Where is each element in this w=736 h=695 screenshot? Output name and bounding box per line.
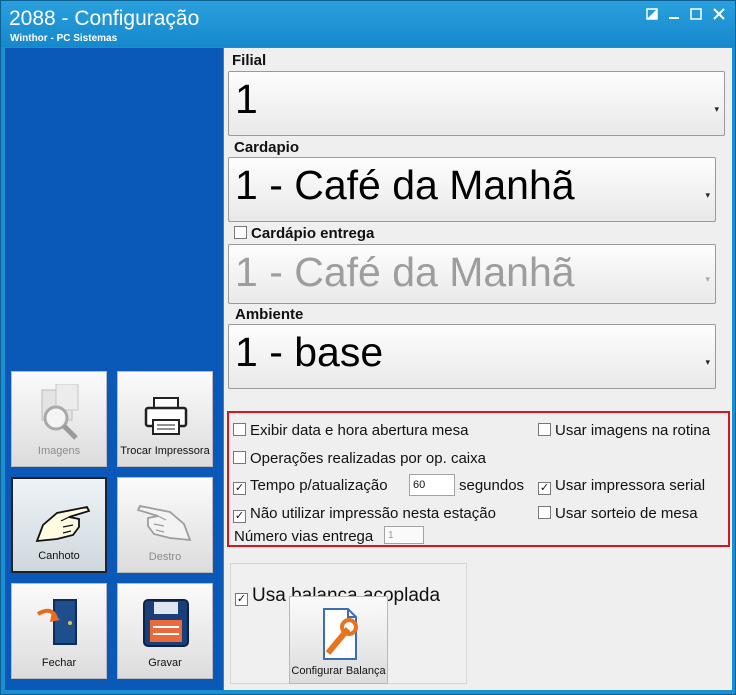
configurar-balanca-button[interactable]: Configurar Balança: [289, 596, 388, 684]
window-title: 2088 - Configuração: [9, 7, 200, 30]
sorteio-checkbox[interactable]: Usar sorteio de mesa: [538, 505, 698, 522]
close-button[interactable]: Fechar: [11, 583, 107, 679]
checkbox-icon: [234, 226, 247, 239]
filial-value: 1: [235, 76, 258, 122]
cardapio-value: 1 - Café da Manhã: [235, 162, 575, 208]
exibir-data-checkbox[interactable]: Exibir data e hora abertura mesa: [233, 422, 468, 439]
checkbox-icon: [233, 451, 246, 464]
impressora-serial-checkbox[interactable]: ✓ Usar impressora serial: [538, 477, 705, 495]
cardapio-entrega-value: 1 - Café da Manhã: [235, 249, 575, 295]
close-icon[interactable]: [710, 7, 728, 23]
checkmark-icon: ✓: [233, 482, 246, 495]
cardapio-entrega-select[interactable]: 1 - Café da Manhã ▾: [228, 244, 716, 304]
checkbox-icon: [233, 423, 246, 436]
checkmark-icon: ✓: [538, 482, 551, 495]
exibir-data-label: Exibir data e hora abertura mesa: [250, 422, 469, 439]
usar-imagens-label: Usar imagens na rotina: [555, 422, 711, 439]
chevron-down-icon: ▾: [714, 103, 719, 114]
checkbox-icon: [538, 423, 551, 436]
right-handed-label: Destro: [148, 551, 182, 563]
change-printer-label: Trocar Impressora: [120, 445, 210, 457]
chevron-down-icon: ▾: [705, 274, 710, 284]
tempo-label: Tempo p/atualização: [250, 477, 388, 494]
restore-icon[interactable]: [643, 7, 661, 23]
sorteio-label: Usar sorteio de mesa: [555, 505, 698, 522]
title-bar: 2088 - Configuração Winthor - PC Sistema…: [1, 1, 735, 47]
left-handed-label: Canhoto: [38, 550, 80, 562]
images-button[interactable]: Imagens: [11, 371, 107, 467]
images-icon: [12, 383, 106, 442]
ambiente-value: 1 - base: [235, 329, 384, 375]
configurar-balanca-label: Configurar Balança: [291, 665, 386, 677]
cardapio-entrega-checkbox[interactable]: Cardápio entrega: [234, 225, 374, 242]
numero-vias-label: Número vias entrega: [234, 528, 374, 545]
segundos-label: segundos: [459, 477, 525, 494]
checkmark-icon: ✓: [233, 510, 246, 523]
images-button-label: Imagens: [37, 445, 81, 457]
ambiente-select[interactable]: 1 - base ▾: [228, 324, 716, 389]
save-button[interactable]: Gravar: [117, 583, 213, 679]
operacoes-checkbox[interactable]: Operações realizadas por op. caixa: [233, 450, 486, 467]
left-hand-icon: [13, 491, 105, 549]
cardapio-entrega-label: Cardápio entrega: [251, 225, 375, 242]
right-handed-button[interactable]: Destro: [117, 477, 213, 573]
close-label: Fechar: [41, 657, 77, 669]
tempo-input[interactable]: 60: [409, 474, 455, 496]
window-subtitle: Winthor - PC Sistemas: [10, 33, 118, 44]
wrench-document-icon: [290, 605, 387, 663]
operacoes-label: Operações realizadas por op. caixa: [250, 450, 486, 467]
ambiente-label: Ambiente: [235, 306, 304, 323]
cardapio-label: Cardapio: [234, 139, 300, 156]
checkbox-icon: [538, 506, 551, 519]
usar-imagens-checkbox[interactable]: Usar imagens na rotina: [538, 422, 710, 439]
minimize-icon[interactable]: [665, 7, 683, 23]
right-hand-icon: [118, 490, 212, 548]
chevron-down-icon: ▾: [705, 189, 710, 200]
printer-icon: [118, 384, 212, 442]
chevron-down-icon: ▾: [705, 356, 710, 367]
change-printer-button[interactable]: Trocar Impressora: [117, 371, 213, 467]
save-label: Gravar: [148, 657, 182, 669]
checkmark-icon: ✓: [235, 593, 248, 606]
impressora-serial-label: Usar impressora serial: [555, 477, 706, 494]
filial-select[interactable]: 1 ▾: [228, 71, 725, 136]
app-window: 2088 - Configuração Winthor - PC Sistema…: [0, 0, 736, 695]
nao-utilizar-label: Não utilizar impressão nesta estação: [250, 505, 496, 522]
filial-label: Filial: [232, 52, 267, 69]
nao-utilizar-checkbox[interactable]: ✓ Não utilizar impressão nesta estação: [233, 505, 496, 523]
maximize-icon[interactable]: [687, 7, 705, 23]
exit-door-icon: [12, 596, 106, 654]
floppy-disk-icon: [118, 596, 212, 654]
left-handed-button[interactable]: Canhoto: [11, 477, 107, 573]
numero-vias-input[interactable]: 1: [384, 526, 424, 544]
tempo-checkbox[interactable]: ✓ Tempo p/atualização: [233, 477, 388, 495]
cardapio-select[interactable]: 1 - Café da Manhã ▾: [228, 157, 716, 222]
